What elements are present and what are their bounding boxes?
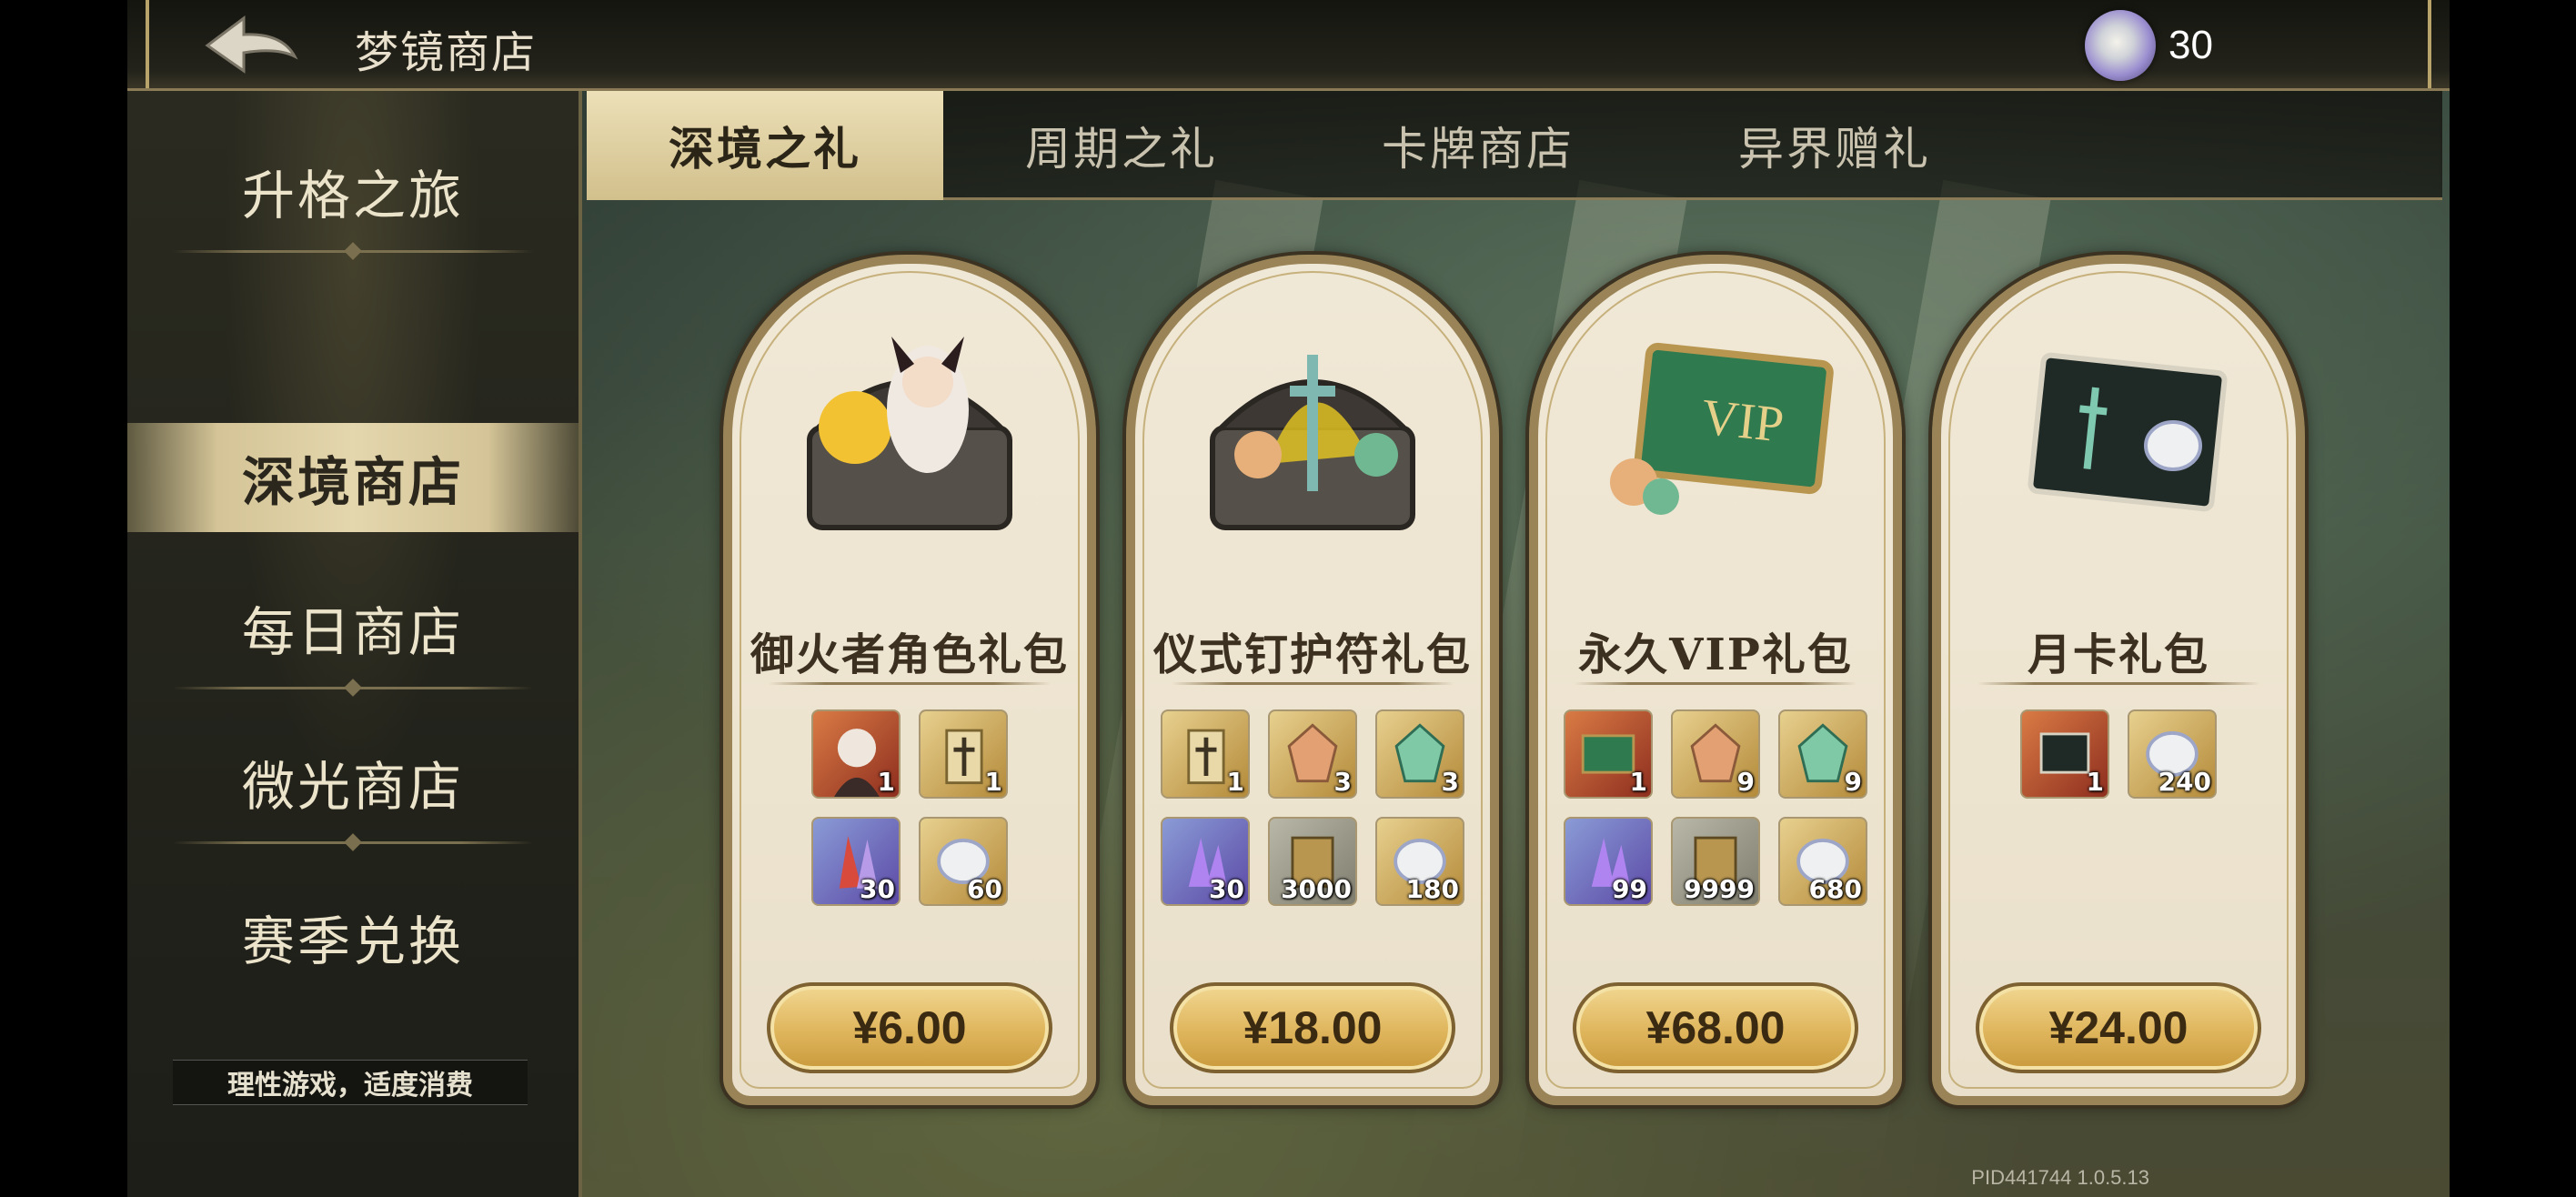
reward-item[interactable]: 30	[1161, 817, 1250, 906]
divider	[173, 250, 533, 253]
vip-card-icon: VIP	[1610, 342, 1834, 515]
reward-item[interactable]: 99	[1564, 817, 1653, 906]
tab-periodic-gift[interactable]: 周期之礼	[943, 91, 1300, 200]
monthly-card-icon	[2028, 352, 2228, 512]
sidebar: 升格之旅 深境商店 每日商店 微光商店 赛季兑换 理性游戏，适度消费	[127, 91, 582, 1197]
divider	[1575, 682, 1857, 685]
buy-button[interactable]: ¥18.00	[1170, 982, 1455, 1073]
divider	[1977, 682, 2259, 685]
buy-button[interactable]: ¥68.00	[1573, 982, 1858, 1073]
pack-title: 仪式钉护符礼包	[1152, 629, 1472, 680]
reward-item[interactable]: 1	[811, 709, 901, 799]
currency-display: 30	[2085, 10, 2213, 81]
pack-card[interactable]: 仪式钉护符礼包 1 3 3 30 3000 180 ¥18.00	[1126, 255, 1499, 1105]
divider	[173, 841, 533, 844]
dream-crystal-icon	[2085, 10, 2157, 81]
reward-item[interactable]: 3000	[1268, 817, 1357, 906]
reward-item[interactable]: 9999	[1671, 817, 1760, 906]
character-chest-icon	[807, 337, 1012, 530]
version-label: PID441744 1.0.5.13	[1971, 1166, 2149, 1189]
page-title: 梦镜商店	[355, 27, 538, 78]
amulet-chest-icon	[1210, 355, 1415, 530]
pack-card[interactable]: VIP 永久VIP礼包 1 9 9 99 9999 680 ¥68.00	[1529, 255, 1902, 1105]
reward-item[interactable]: 1	[1564, 709, 1653, 799]
sidebar-item-label: 升格之旅	[241, 165, 464, 226]
sidebar-item-label: 赛季兑换	[241, 910, 464, 972]
buy-button[interactable]: ¥24.00	[1976, 982, 2261, 1073]
reward-item[interactable]: 3	[1375, 709, 1464, 799]
reward-list: 1 240	[1941, 709, 2296, 799]
divider	[173, 687, 533, 689]
reward-item[interactable]: 9	[1778, 709, 1867, 799]
tab-abyss-gift[interactable]: 深境之礼	[587, 91, 943, 200]
sidebar-item-label: 微光商店	[241, 756, 464, 818]
reward-item[interactable]: 680	[1778, 817, 1867, 906]
sidebar-item-label: 深境商店	[241, 451, 464, 513]
pack-card[interactable]: 御火者角色礼包 1 1 30 60 ¥6.00	[723, 255, 1096, 1105]
pack-card[interactable]: 月卡礼包 1 240 ¥24.00	[1932, 255, 2305, 1105]
reward-item[interactable]: 3	[1268, 709, 1357, 799]
svg-text:VIP: VIP	[1699, 388, 1786, 453]
reward-item[interactable]: 30	[811, 817, 901, 906]
buy-button[interactable]: ¥6.00	[767, 982, 1052, 1073]
reward-item[interactable]: 1	[1161, 709, 1250, 799]
pack-title: 月卡礼包	[2027, 629, 2209, 680]
tab-card-shop[interactable]: 卡牌商店	[1300, 91, 1656, 200]
tab-otherworld-gift[interactable]: 异界赠礼	[1656, 91, 2013, 200]
shop-screen: 梦镜商店 30 升格之旅 深境商店 每日商店 微光商店 赛季兑换 理性游戏，适度…	[127, 0, 2450, 1197]
sidebar-item-label: 每日商店	[241, 601, 464, 663]
pack-title: 永久VIP礼包	[1578, 629, 1853, 680]
divider	[1172, 682, 1454, 685]
reward-list: 1 3 3 30 3000 180	[1135, 709, 1490, 906]
sidebar-item-daily-shop[interactable]: 每日商店	[127, 573, 579, 689]
currency-amount: 30	[2168, 23, 2213, 67]
tab-bar: 深境之礼 周期之礼 卡牌商店 异界赠礼	[587, 91, 2442, 200]
reward-item[interactable]: 1	[919, 709, 1008, 799]
reward-item[interactable]: 180	[1375, 817, 1464, 906]
reward-list: 1 1 30 60	[732, 709, 1087, 906]
reward-item[interactable]: 1	[2020, 709, 2109, 799]
sidebar-item-glimmer-shop[interactable]: 微光商店	[127, 728, 579, 844]
back-button[interactable]	[200, 13, 300, 78]
divider	[769, 682, 1051, 685]
reward-item[interactable]: 60	[919, 817, 1008, 906]
top-bar: 梦镜商店 30	[127, 0, 2450, 91]
notice-banner: 理性游戏，适度消费	[173, 1060, 528, 1105]
sidebar-item-season-exchange[interactable]: 赛季兑换	[127, 882, 579, 991]
pack-title: 御火者角色礼包	[750, 629, 1069, 680]
reward-list: 1 9 9 99 9999 680	[1538, 709, 1893, 906]
sidebar-item-abyss-shop[interactable]: 深境商店	[127, 423, 579, 532]
reward-item[interactable]: 9	[1671, 709, 1760, 799]
reward-item[interactable]: 240	[2128, 709, 2217, 799]
sidebar-item-ascension[interactable]: 升格之旅	[127, 136, 579, 253]
back-arrow-icon	[205, 15, 298, 74]
